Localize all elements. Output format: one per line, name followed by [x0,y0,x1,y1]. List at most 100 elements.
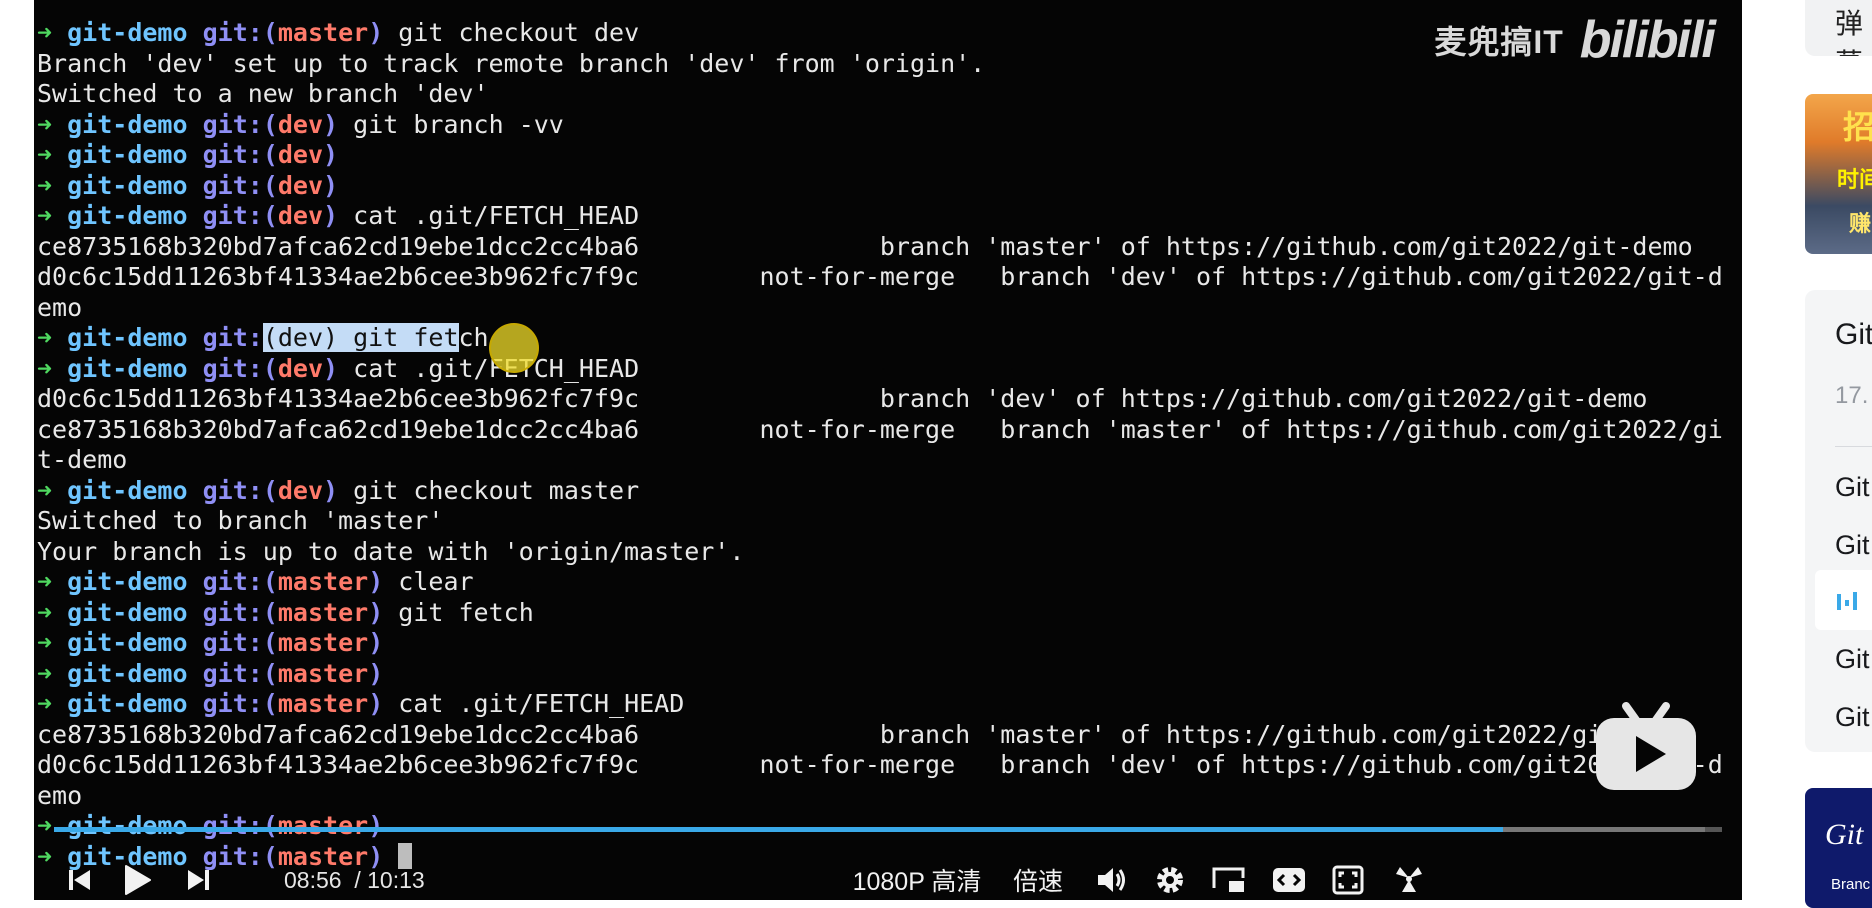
command-text: git checkout master [338,475,640,505]
prompt-git-close: ) [368,628,384,657]
prompt-branch: dev [277,140,324,169]
ad-thumbnail-text-3: 赚 [1849,211,1872,236]
command-text: git branch -vv [338,109,564,139]
terminal-line: Switched to a new branch 'dev' [37,79,1737,110]
prompt-directory: git-demo [67,628,188,657]
now-playing-icon [1837,592,1857,610]
prompt-git-close: ) [323,140,339,169]
playlist-divider [1835,446,1872,447]
prompt-git-label: git:( [202,201,278,230]
pip-button[interactable] [1210,860,1248,900]
selected-text: (dev) git fet [262,323,459,352]
terminal-line: ➜ git-demo git:(dev) [37,140,1737,171]
watermark: 麦兜搞IT bilibili [1434,10,1716,70]
ad-thumbnail[interactable]: 招 时间 赚 [1805,94,1872,254]
playlist-item[interactable]: Git [1835,530,1870,561]
danmaku-panel-header[interactable]: 弹幕 [1805,0,1872,56]
prev-button[interactable] [64,860,94,900]
prompt-git-close: ) [368,811,384,840]
output-text: Switched to branch 'master' [37,506,444,535]
prompt-git-label: git:( [202,628,278,657]
prompt-branch: master [277,689,369,718]
next-button[interactable] [184,860,214,900]
fullscreen-button[interactable] [1330,860,1366,900]
prompt-directory: git-demo [67,658,188,688]
terminal-output: ➜ git-demo git:(master) git checkout dev… [37,18,1737,872]
terminal-line: d0c6c15dd11263bf41334ae2b6cee3b962fc7f9c… [37,750,1737,781]
video-player[interactable]: ➜ git-demo git:(master) git checkout dev… [34,0,1742,900]
settings-icon [1157,867,1183,893]
prompt-arrow-icon: ➜ [37,140,53,169]
prompt-git-close: ) [368,597,384,627]
recommended-thumb-subtitle: Branc [1831,876,1871,893]
prompt-git-label: git:( [202,811,278,840]
prompt-branch: dev [277,201,324,230]
terminal-line: ce8735168b320bd7afca62cd19ebe1dcc2cc4ba6… [37,415,1737,446]
playlist-item-active[interactable] [1815,570,1872,630]
terminal-line: ➜ git-demo git:(master) git fetch [37,598,1737,629]
terminal-line: ce8735168b320bd7afca62cd19ebe1dcc2cc4ba6… [37,720,1737,751]
prompt-branch: master [277,658,369,688]
terminal-line: emo [37,781,1737,812]
prompt-directory: git-demo [67,109,188,139]
prompt-git-close: ) [368,689,384,718]
prompt-directory: git-demo [67,689,188,718]
terminal-line: ➜ git-demo git:(master) clear [37,567,1737,598]
command-text: cat .git/FETCH_HEAD [338,201,640,230]
settings-button[interactable] [1152,860,1188,900]
quality-button[interactable]: 1080P 高清 [852,860,982,900]
bilibili-tv-icon[interactable] [1591,694,1701,794]
prompt-branch: dev [277,109,324,139]
volume-button[interactable] [1094,860,1130,900]
terminal-line: ➜ git-demo git:(master) cat .git/FETCH_H… [37,689,1737,720]
progress-bar[interactable] [54,827,1722,832]
bilibili-logo-icon: bilibili [1579,11,1716,69]
prompt-git-close: ) [323,201,339,230]
terminal-line: t-demo [37,445,1737,476]
playlist-item[interactable]: Git [1835,702,1870,733]
terminal-line: Switched to branch 'master' [37,506,1737,537]
prev-icon [69,870,90,890]
prompt-git-label: git:( [202,353,278,383]
ad-thumbnail-text-2: 时间 [1837,167,1872,192]
prompt-directory: git-demo [67,323,188,352]
output-text: d0c6c15dd11263bf41334ae2b6cee3b962fc7f9c… [37,384,1648,413]
prompt-branch: master [277,628,369,657]
output-text: Branch 'dev' set up to track remote bran… [37,48,986,78]
terminal-line: ➜ git-demo git:(dev) git fetch [37,323,1737,354]
prompt-arrow-icon: ➜ [37,353,53,383]
prompt-git-label: git:( [202,170,278,200]
output-text: ce8735168b320bd7afca62cd19ebe1dcc2cc4ba6… [37,231,1693,261]
play-button[interactable] [120,860,154,900]
prompt-arrow-icon: ➜ [37,628,53,657]
output-text: ce8735168b320bd7afca62cd19ebe1dcc2cc4ba6… [37,414,1723,444]
prompt-arrow-icon: ➜ [37,567,53,596]
playlist-item[interactable]: Git [1835,644,1870,675]
progress-fill [54,827,1504,832]
playlist-item[interactable]: Git [1835,472,1870,503]
prompt-git-label: git:( [202,567,278,596]
command-text: cat .git/FETCH_HEAD [338,353,640,383]
danmaku-label: 弹幕 [1835,8,1864,56]
terminal-line: d0c6c15dd11263bf41334ae2b6cee3b962fc7f9c… [37,384,1737,415]
prompt-git-label: git:( [202,475,278,505]
prompt-directory: git-demo [67,811,188,840]
prompt-git-close: ) [368,658,384,688]
prompt-directory: git-demo [67,353,188,383]
danmaku-button[interactable] [1390,860,1428,900]
widescreen-button[interactable] [1270,860,1308,900]
recommended-video-thumbnail[interactable]: Git Branc [1805,788,1872,908]
playlist-panel: Git 17. Git Git Git Git [1805,290,1872,752]
command-text: git checkout dev [383,18,640,47]
speed-label: 倍速 [1012,868,1063,896]
terminal-line: ➜ git-demo git:(dev) cat .git/FETCH_HEAD [37,201,1737,232]
recommended-thumb-title: Git [1825,818,1864,851]
terminal-line: ➜ git-demo git:(dev) [37,171,1737,202]
watermark-text: 麦兜搞IT [1434,24,1564,60]
time-display: 08:56 / 10:13 [284,860,425,900]
prompt-arrow-icon: ➜ [37,170,53,200]
speed-button[interactable]: 倍速 [1008,860,1068,900]
prompt-git-label: git:( [202,597,278,627]
prompt-branch: dev [277,475,324,505]
pip-icon [1212,867,1245,892]
